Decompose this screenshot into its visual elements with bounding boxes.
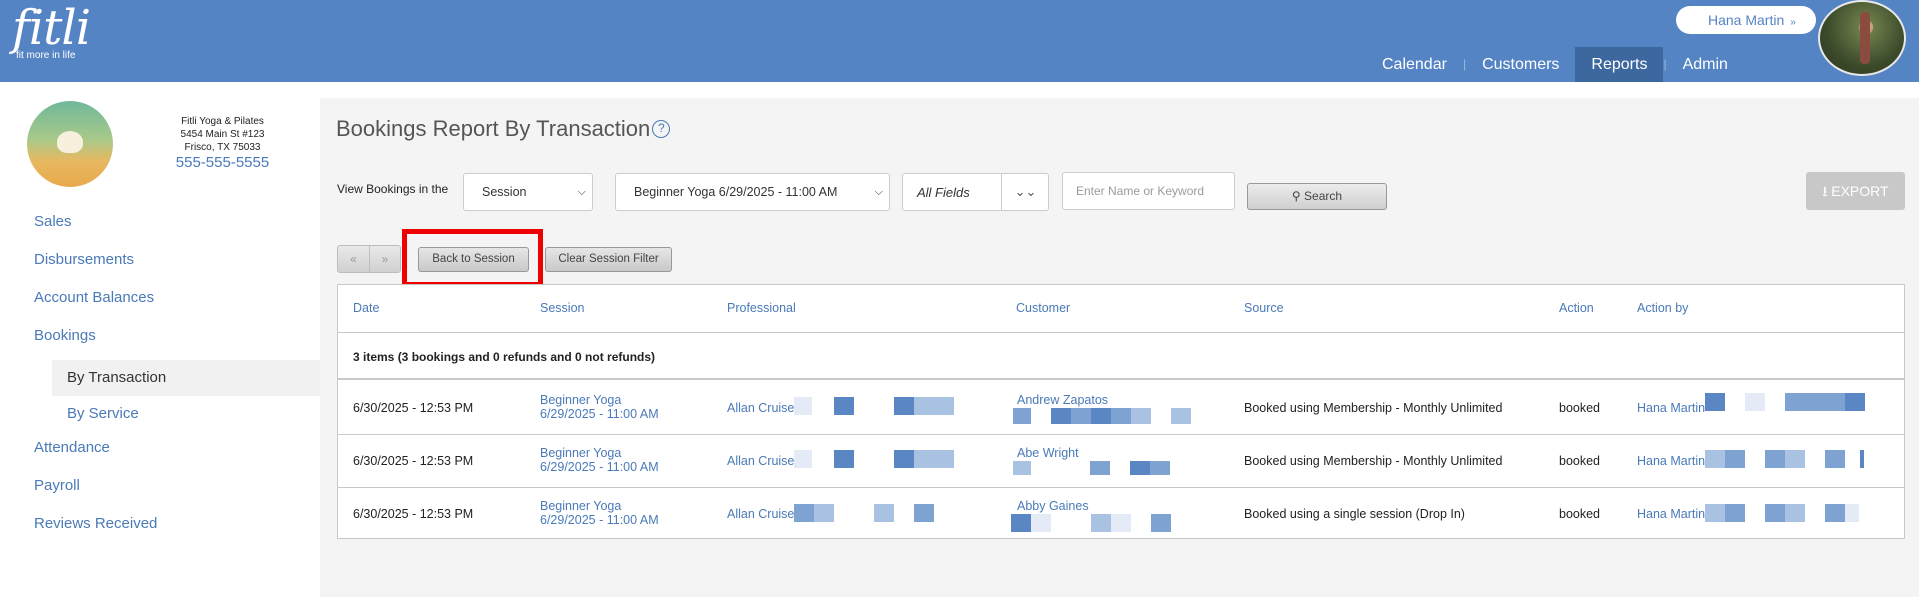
main-nav: Calendar | Customers Reports | Admin (1366, 47, 1744, 82)
export-button-label: EXPORT (1831, 183, 1889, 199)
row-session-time: 6/29/2025 - 11:00 AM (540, 460, 659, 474)
business-address-line1: 5454 Main St #123 (180, 129, 265, 140)
row-date: 6/30/2025 - 12:53 PM (353, 401, 474, 415)
user-menu-button[interactable]: Hana Martin » (1676, 6, 1816, 34)
row-professional-link[interactable]: Allan Cruise (727, 454, 794, 468)
row-action-by-link[interactable]: Hana Martin (1637, 507, 1705, 521)
chevron-down-icon: ⌵ (577, 186, 586, 198)
chevron-down-icon: » (1790, 17, 1796, 28)
session-select[interactable]: Beginner Yoga 6/29/2025 - 11:00 AM ⌵ (615, 173, 890, 211)
table-summary: 3 items (3 bookings and 0 refunds and 0 … (338, 333, 1904, 380)
sidebar-subitem-by-service[interactable]: By Service (52, 396, 320, 432)
business-logo (27, 101, 113, 187)
row-action: booked (1559, 454, 1601, 468)
table-row: 6/30/2025 - 12:53 PM Beginner Yoga 6/29/… (338, 488, 1904, 541)
business-name: Fitli Yoga & Pilates (181, 116, 264, 127)
scope-select-value: Session (482, 185, 527, 199)
row-action: booked (1559, 401, 1601, 415)
chevron-down-icon: ⌵ (874, 186, 883, 198)
clear-session-filter-button[interactable]: Clear Session Filter (545, 247, 672, 272)
business-phone[interactable]: 555-555-5555 (160, 155, 285, 170)
scope-select[interactable]: Session ⌵ (463, 173, 593, 211)
column-header-action-by[interactable]: Action by (1637, 301, 1688, 315)
row-date: 6/30/2025 - 12:53 PM (353, 507, 474, 521)
search-button[interactable]: ⚲ Search (1247, 183, 1387, 210)
search-icon: ⚲ (1291, 189, 1301, 203)
business-info: Fitli Yoga & Pilates 5454 Main St #123 F… (160, 115, 285, 170)
column-header-source[interactable]: Source (1244, 301, 1284, 315)
sidebar-item-payroll[interactable]: Payroll (0, 472, 320, 510)
column-header-professional[interactable]: Professional (727, 301, 796, 315)
sidebar-item-sales[interactable]: Sales (0, 208, 320, 246)
bookings-table: Date Session Professional Customer Sourc… (337, 284, 1905, 539)
table-row: 6/30/2025 - 12:53 PM Beginner Yoga 6/29/… (338, 382, 1904, 435)
sidebar-item-attendance[interactable]: Attendance (0, 434, 320, 472)
row-action-by-link[interactable]: Hana Martin (1637, 454, 1705, 468)
download-icon: ⭳ (1822, 183, 1828, 199)
row-session-link[interactable]: Beginner Yoga 6/29/2025 - 11:00 AM (540, 393, 659, 421)
keyword-search-input[interactable] (1062, 172, 1235, 210)
export-button[interactable]: ⭳ EXPORT (1806, 172, 1905, 210)
sidebar-menu: Sales Disbursements Account Balances Boo… (0, 208, 320, 548)
row-session-name: Beginner Yoga (540, 446, 622, 460)
pager-next-button[interactable]: » (369, 246, 400, 272)
row-action-by-link[interactable]: Hana Martin (1637, 401, 1705, 415)
business-address-line2: Frisco, TX 75033 (184, 142, 261, 153)
sidebar-subitem-by-transaction[interactable]: By Transaction (52, 360, 320, 396)
table-row: 6/30/2025 - 12:53 PM Beginner Yoga 6/29/… (338, 435, 1904, 488)
row-session-time: 6/29/2025 - 11:00 AM (540, 513, 659, 527)
row-customer-link[interactable]: Andrew Zapatos (1017, 393, 1108, 407)
search-button-label: Search (1304, 189, 1343, 203)
row-session-name: Beginner Yoga (540, 393, 622, 407)
session-select-value: Beginner Yoga 6/29/2025 - 11:00 AM (634, 185, 838, 199)
pager-prev-button[interactable]: « (338, 246, 369, 272)
row-source: Booked using a single session (Drop In) (1244, 507, 1465, 521)
nav-reports[interactable]: Reports (1575, 47, 1664, 82)
row-session-name: Beginner Yoga (540, 499, 622, 513)
row-professional-link[interactable]: Allan Cruise (727, 401, 794, 415)
column-header-customer[interactable]: Customer (1016, 301, 1070, 315)
filter-label: View Bookings in the (337, 182, 449, 196)
column-header-date[interactable]: Date (353, 301, 379, 315)
avatar[interactable] (1818, 0, 1906, 76)
row-session-link[interactable]: Beginner Yoga 6/29/2025 - 11:00 AM (540, 446, 659, 474)
row-session-time: 6/29/2025 - 11:00 AM (540, 407, 659, 421)
row-customer-link[interactable]: Abe Wright (1017, 446, 1079, 460)
row-action: booked (1559, 507, 1601, 521)
sidebar-item-account-balances[interactable]: Account Balances (0, 284, 320, 322)
sidebar-item-bookings[interactable]: Bookings (0, 322, 320, 360)
nav-calendar[interactable]: Calendar (1366, 47, 1463, 82)
nav-admin[interactable]: Admin (1667, 47, 1744, 82)
row-source: Booked using Membership - Monthly Unlimi… (1244, 454, 1503, 468)
top-bar: fitli fit more in life Hana Martin » Cale… (0, 0, 1919, 82)
page-title: Bookings Report By Transaction? (336, 116, 671, 142)
sidebar-item-reviews-received[interactable]: Reviews Received (0, 510, 320, 548)
table-summary-text: 3 items (3 bookings and 0 refunds and 0 … (353, 350, 656, 364)
row-date: 6/30/2025 - 12:53 PM (353, 454, 474, 468)
column-header-session[interactable]: Session (540, 301, 584, 315)
fields-filter-select[interactable]: All Fields ⌄⌄ (902, 173, 1049, 211)
table-header: Date Session Professional Customer Sourc… (338, 285, 1904, 333)
row-session-link[interactable]: Beginner Yoga 6/29/2025 - 11:00 AM (540, 499, 659, 527)
user-name: Hana Martin (1708, 12, 1785, 28)
help-icon[interactable]: ? (652, 120, 671, 138)
row-source: Booked using Membership - Monthly Unlimi… (1244, 401, 1503, 415)
row-customer-link[interactable]: Abby Gaines (1017, 499, 1089, 513)
nav-customers[interactable]: Customers (1466, 47, 1575, 82)
sidebar-item-disbursements[interactable]: Disbursements (0, 246, 320, 284)
double-chevron-down-icon[interactable]: ⌄⌄ (1001, 174, 1049, 210)
column-header-action[interactable]: Action (1559, 301, 1594, 315)
fields-filter-value: All Fields (917, 185, 970, 200)
logo-wordmark: fitli (12, 0, 91, 56)
highlight-box (402, 229, 543, 287)
row-professional-link[interactable]: Allan Cruise (727, 507, 794, 521)
pager: « » (337, 245, 401, 273)
page-title-text: Bookings Report By Transaction (336, 116, 651, 141)
fitli-logo[interactable]: fitli fit more in life (12, 0, 91, 61)
